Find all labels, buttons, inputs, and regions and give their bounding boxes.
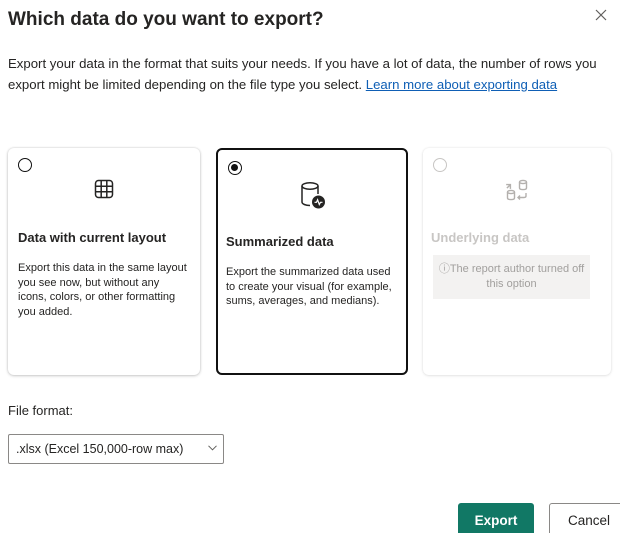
dialog-description: Export your data in the format that suit… — [8, 53, 608, 95]
radio-data-with-current-layout[interactable] — [18, 158, 32, 172]
chevron-down-icon — [208, 445, 217, 451]
disabled-note: ⓘThe report author turned off this optio… — [433, 255, 590, 299]
file-format-value: .xlsx (Excel 150,000-row max) — [16, 442, 184, 456]
option-data-with-current-layout[interactable]: Data with current layout Export this dat… — [8, 148, 200, 375]
summarized-data-icon — [218, 180, 406, 215]
option-description: Export this data in the same layout you … — [18, 262, 187, 318]
close-icon — [595, 9, 607, 21]
file-format-label: File format: — [8, 403, 74, 418]
underlying-data-icon — [423, 178, 611, 207]
option-description: Export the summarized data used to creat… — [226, 266, 392, 307]
option-title: Data with current layout — [18, 230, 167, 245]
disabled-note-text: The report author turned off this option — [449, 263, 585, 290]
radio-summarized-data[interactable] — [228, 161, 242, 175]
option-title: Underlying data — [431, 230, 530, 245]
table-icon — [8, 178, 200, 205]
dialog-title: Which data do you want to export? — [8, 9, 324, 30]
close-button[interactable] — [592, 6, 610, 24]
learn-more-link[interactable]: Learn more about exporting data — [366, 77, 557, 92]
cancel-button[interactable]: Cancel — [549, 503, 620, 533]
option-summarized-data[interactable]: Summarized data Export the summarized da… — [216, 148, 408, 375]
radio-underlying-data — [433, 158, 447, 172]
info-icon: ⓘ — [438, 263, 450, 275]
export-data-dialog: Which data do you want to export? Export… — [0, 0, 620, 533]
option-underlying-data: Underlying data ⓘThe report author turne… — [423, 148, 611, 375]
option-title: Summarized data — [226, 234, 334, 249]
file-format-dropdown[interactable]: .xlsx (Excel 150,000-row max) — [8, 434, 224, 464]
export-button[interactable]: Export — [458, 503, 534, 533]
